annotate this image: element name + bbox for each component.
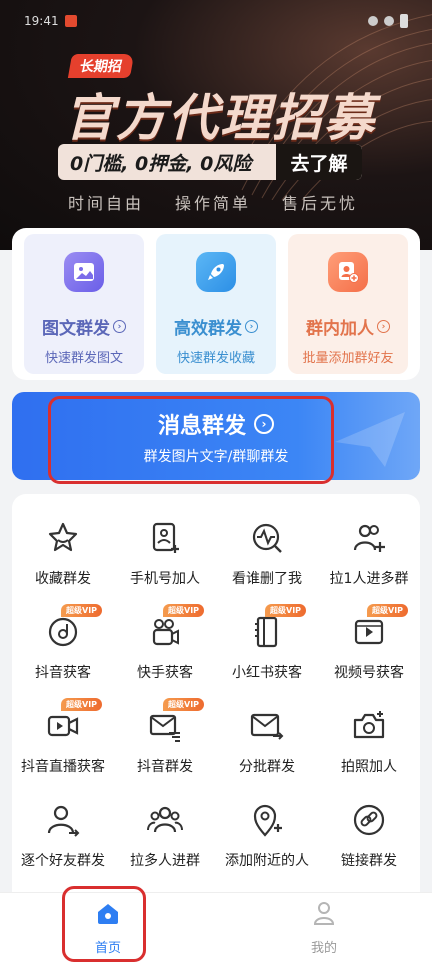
link-icon [349, 800, 389, 840]
grid-item-mail-batch[interactable]: 分批群发 [216, 690, 318, 784]
feature-item: 操作简单 [174, 194, 251, 213]
chevron-right-icon: › [245, 320, 258, 333]
pulse-search-icon [247, 518, 287, 558]
kuaishou-icon: 超级VIP [145, 604, 205, 652]
card-subtitle: 批量添加群好友 [302, 351, 394, 366]
grid-item-camera-add[interactable]: 拍照加人 [318, 690, 420, 784]
highlight-box [62, 886, 146, 962]
tab-label: 我的 [310, 941, 337, 956]
image-icon [64, 252, 104, 292]
douyin-icon: 超级VIP [43, 604, 103, 652]
grid-item-label: 看谁删了我 [232, 571, 302, 587]
highlight-box [48, 396, 334, 484]
grid-item-label: 逐个好友群发 [21, 853, 105, 869]
grid-item-notebook[interactable]: 超级VIP 小红书获客 [216, 596, 318, 690]
card-title: 高效群发 [174, 319, 242, 339]
offer-bar[interactable]: 0门槛, 0押金, 0风险 去了解 [58, 144, 362, 180]
card-title: 群内加人 [306, 319, 374, 339]
rocket-icon [196, 252, 236, 292]
grid-item-label: 链接群发 [341, 853, 397, 869]
vip-badge: 超级VIP [61, 698, 103, 711]
live-camera-icon: 超级VIP [43, 698, 103, 746]
offer-text: 0门槛, 0押金, 0风险 [70, 152, 252, 175]
chevron-right-icon: › [113, 320, 126, 333]
tab-mine[interactable]: 我的 [284, 899, 364, 956]
card-group-add[interactable]: 群内加人 › 批量添加群好友 [288, 234, 408, 374]
feature-list: 时间自由 操作简单 售后无忧 [68, 190, 358, 214]
learn-more-button[interactable]: 去了解 [276, 144, 362, 180]
camera-add-icon [349, 706, 389, 746]
status-bar: 19:41 [24, 12, 408, 30]
group-add-icon [349, 518, 389, 558]
grid-item-label: 抖音群发 [137, 759, 193, 775]
vip-badge: 超级VIP [265, 604, 307, 617]
feature-item: 时间自由 [68, 194, 145, 213]
grid-item-mail-send[interactable]: 超级VIP 抖音群发 [114, 690, 216, 784]
vip-badge: 超级VIP [61, 604, 103, 617]
add-user-icon [328, 252, 368, 292]
card-title: 图文群发 [42, 319, 110, 339]
card-subtitle: 快速群发收藏 [176, 351, 255, 366]
vip-badge: 超级VIP [163, 604, 205, 617]
grid-item-label: 添加附近的人 [225, 853, 309, 869]
user-icon [313, 902, 335, 925]
grid-item-label: 拉多人进群 [130, 853, 200, 869]
grid-item-label: 抖音直播获客 [21, 759, 105, 775]
grid-item-label: 拉1人进多群 [329, 571, 409, 587]
card-subtitle: 快速群发图文 [44, 351, 123, 366]
grid-item-location-add[interactable]: 添加附近的人 [216, 784, 318, 878]
grid-item-person-send[interactable]: 逐个好友群发 [12, 784, 114, 878]
card-efficient-send[interactable]: 高效群发 › 快速群发收藏 [156, 234, 276, 374]
vip-badge: 超级VIP [163, 698, 205, 711]
long-term-tag: 长期招 [67, 54, 135, 78]
feature-cards-panel: 图文群发 › 快速群发图文 高效群发 › 快速群发收藏 群内加人 › 批量添加群好友 [12, 228, 420, 380]
status-time: 19:41 [24, 14, 59, 28]
grid-item-people[interactable]: 拉多人进群 [114, 784, 216, 878]
star-icon [43, 518, 83, 558]
app-notification-icon [64, 15, 77, 27]
phone-card-icon [145, 518, 185, 558]
grid-item-group-add[interactable]: 拉1人进多群 [318, 502, 420, 596]
chevron-right-icon: › [377, 320, 390, 333]
battery-icon [400, 14, 408, 28]
person-send-icon [43, 800, 83, 840]
mail-send-icon: 超级VIP [145, 698, 205, 746]
grid-item-label: 快手获客 [137, 665, 193, 681]
grid-item-live-camera[interactable]: 超级VIP 抖音直播获客 [12, 690, 114, 784]
grid-item-label: 收藏群发 [35, 571, 91, 587]
people-icon [145, 800, 185, 840]
grid-item-label: 拍照加人 [341, 759, 397, 775]
recruit-banner[interactable]: 19:41 长期招 官方代理招募 0门槛, 0押金, 0风险 去了解 时间自由 … [0, 0, 432, 250]
grid-item-label: 抖音获客 [35, 665, 91, 681]
grid-item-douyin[interactable]: 超级VIP 抖音获客 [12, 596, 114, 690]
grid-item-label: 视频号获客 [334, 665, 404, 681]
banner-headline: 官方代理招募 [64, 89, 376, 147]
grid-item-label: 小红书获客 [232, 665, 302, 681]
grid-item-phone-card[interactable]: 手机号加人 [114, 502, 216, 596]
signal-icon [368, 16, 378, 26]
grid-item-star[interactable]: 收藏群发 [12, 502, 114, 596]
grid-item-video-channel[interactable]: 超级VIP 视频号获客 [318, 596, 420, 690]
wifi-icon [384, 16, 394, 26]
grid-item-label: 手机号加人 [130, 571, 200, 587]
mail-batch-icon [247, 706, 287, 746]
feature-item: 售后无忧 [281, 194, 358, 213]
notebook-icon: 超级VIP [247, 604, 307, 652]
grid-item-label: 分批群发 [239, 759, 295, 775]
card-image-text-send[interactable]: 图文群发 › 快速群发图文 [24, 234, 144, 374]
location-add-icon [247, 800, 287, 840]
vip-badge: 超级VIP [367, 604, 409, 617]
grid-item-link[interactable]: 链接群发 [318, 784, 420, 878]
grid-item-pulse-search[interactable]: 看谁删了我 [216, 502, 318, 596]
grid-item-kuaishou[interactable]: 超级VIP 快手获客 [114, 596, 216, 690]
tools-grid: 收藏群发 手机号加人 看谁删了我 拉1人进多群 超级VIP 抖音获客 超级VIP 快手获客 超级… [12, 494, 420, 894]
video-channel-icon: 超级VIP [349, 604, 409, 652]
